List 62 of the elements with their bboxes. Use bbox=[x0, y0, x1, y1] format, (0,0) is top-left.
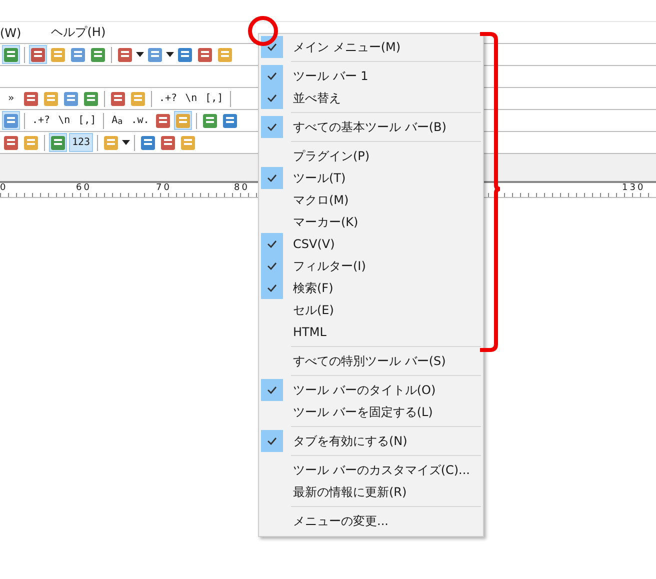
menu-item[interactable]: すべての基本ツール バー(B) bbox=[261, 116, 483, 138]
menu-item[interactable]: メニューの変更... bbox=[261, 510, 483, 532]
menu-item[interactable]: 最新の情報に更新(R) bbox=[261, 481, 483, 503]
menu-item[interactable]: プラグイン(P) bbox=[261, 145, 483, 167]
menu-item[interactable]: タブを有効にする(N) bbox=[261, 430, 483, 452]
toolbar-icon[interactable] bbox=[2, 133, 20, 152]
toolbar-icon[interactable] bbox=[154, 111, 172, 130]
toolbar-icon[interactable] bbox=[159, 133, 178, 152]
toolbar-button[interactable]: 123 bbox=[69, 133, 94, 152]
menu-item[interactable]: セル(E) bbox=[261, 299, 483, 321]
toolbar-icon[interactable] bbox=[29, 45, 47, 64]
menu-item[interactable]: (W) bbox=[0, 26, 22, 40]
menu-item[interactable]: すべての特別ツール バー(S) bbox=[261, 350, 483, 372]
toolbar-icon[interactable] bbox=[196, 45, 214, 64]
menu-item[interactable]: 並べ替え bbox=[261, 87, 483, 109]
toolbar-button[interactable]: [,] bbox=[75, 111, 100, 130]
toolbar-icon[interactable] bbox=[82, 89, 100, 108]
toolbar-button[interactable]: [,] bbox=[202, 89, 226, 108]
toolbar-button[interactable]: .+? bbox=[29, 111, 54, 130]
toolbar-button[interactable]: .+? bbox=[156, 89, 180, 108]
toolbar-icon[interactable] bbox=[129, 89, 147, 108]
toolbar-icon[interactable] bbox=[89, 45, 107, 64]
ruler-label: 70 bbox=[156, 183, 172, 193]
toolbar-button[interactable]: \n bbox=[182, 89, 200, 108]
menu-item[interactable]: マクロ(M) bbox=[261, 189, 483, 211]
toolbar-icon[interactable] bbox=[179, 133, 198, 152]
menu-item[interactable]: マーカー(K) bbox=[261, 211, 483, 233]
menu-item[interactable]: メイン メニュー(M) bbox=[261, 36, 483, 58]
toolbar-icon[interactable] bbox=[22, 133, 40, 152]
menu-item[interactable]: 検索(F) bbox=[261, 277, 483, 299]
menu-item[interactable]: ツール バーを固定する(L) bbox=[261, 401, 483, 423]
toolbar-icon[interactable] bbox=[22, 89, 40, 108]
menu-item[interactable]: CSV(V) bbox=[261, 233, 483, 255]
toolbar-icon[interactable] bbox=[2, 45, 20, 64]
toolbar-icon[interactable] bbox=[49, 133, 67, 152]
ruler-label: 80 bbox=[234, 183, 250, 193]
menu-item[interactable]: HTML bbox=[261, 321, 483, 343]
toolbar-icon[interactable] bbox=[49, 45, 67, 64]
toolbar-icon[interactable] bbox=[201, 111, 220, 130]
menu-item[interactable]: ツール バー 1 bbox=[261, 65, 483, 87]
toolbar-icon[interactable] bbox=[176, 45, 194, 64]
menu-item[interactable]: ツール バーのタイトル(O) bbox=[261, 379, 483, 401]
toolbar-icon[interactable] bbox=[139, 133, 158, 152]
toolbar-icon[interactable] bbox=[42, 89, 60, 108]
ruler-label: 130 bbox=[622, 183, 646, 193]
toolbar-icon[interactable] bbox=[221, 111, 240, 130]
toolbar-icon[interactable] bbox=[116, 45, 134, 64]
toolbar-icon[interactable] bbox=[62, 89, 80, 108]
menu-item[interactable]: ツール バーのカスタマイズ(C)... bbox=[261, 459, 483, 481]
toolbar-icon[interactable] bbox=[216, 45, 234, 64]
toolbar-icon[interactable] bbox=[69, 45, 87, 64]
toolbar-icon[interactable] bbox=[109, 89, 127, 108]
ruler-label: 60 bbox=[76, 183, 92, 193]
toolbar-button[interactable]: » bbox=[2, 89, 20, 108]
menu-item[interactable]: フィルター(I) bbox=[261, 255, 483, 277]
toolbar-button[interactable]: \n bbox=[55, 111, 74, 130]
toolbar-icon[interactable] bbox=[2, 111, 20, 130]
toolbar-button[interactable]: .w. bbox=[128, 111, 152, 130]
menu-item[interactable]: ツール(T) bbox=[261, 167, 483, 189]
ruler-label: 0 bbox=[0, 183, 8, 193]
menu-item[interactable]: ヘルプ(H) bbox=[51, 24, 106, 41]
toolbar-icon[interactable] bbox=[174, 111, 192, 130]
